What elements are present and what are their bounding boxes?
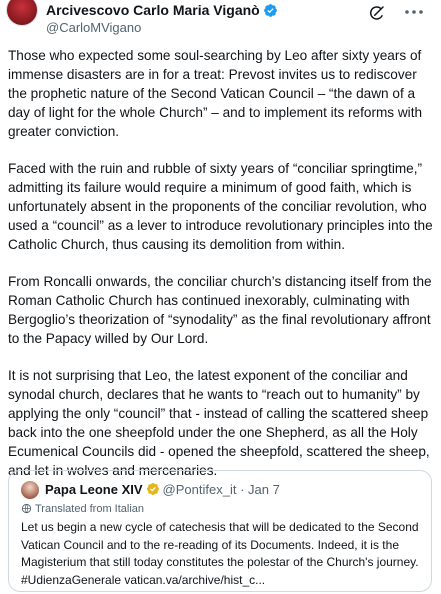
quoted-author-handle[interactable]: @Pontifex_it xyxy=(163,482,237,497)
quoted-author-name[interactable]: Papa Leone XIV xyxy=(45,482,143,497)
quoted-post[interactable]: Papa Leone XIV @Pontifex_it · Jan 7 Trans… xyxy=(8,470,432,592)
post-paragraph: Those who expected some soul-searching b… xyxy=(8,48,423,139)
author-avatar[interactable] xyxy=(6,0,38,26)
translated-indicator: Translated from Italian xyxy=(21,503,144,515)
post-header: Arcivescovo Carlo Maria Viganò @CarloMVi… xyxy=(0,0,441,40)
verified-badge-icon xyxy=(263,4,277,17)
more-options-icon[interactable] xyxy=(404,9,424,15)
author-handle[interactable]: @CarloMVigano xyxy=(46,20,141,35)
quoted-post-text: Let us begin a new cycle of catechesis t… xyxy=(21,520,419,587)
grok-icon[interactable] xyxy=(368,4,386,22)
post-body: Those who expected some soul-searching b… xyxy=(8,46,434,498)
author-name[interactable]: Arcivescovo Carlo Maria Viganò xyxy=(46,2,260,18)
quoted-post-date[interactable]: Jan 7 xyxy=(248,482,280,497)
translated-label: Translated from Italian xyxy=(35,503,145,515)
post-paragraph: From Roncalli onwards, the conciliar chu… xyxy=(8,274,432,346)
gold-verified-badge-icon xyxy=(146,483,159,495)
quoted-author-row: Papa Leone XIV @Pontifex_it · Jan 7 xyxy=(45,482,280,497)
author-name-row[interactable]: Arcivescovo Carlo Maria Viganò xyxy=(46,2,278,18)
translate-icon xyxy=(21,503,32,514)
meta-separator: · xyxy=(240,482,245,497)
post-paragraph: It is not surprising that Leo, the lates… xyxy=(8,368,430,478)
quoted-author-avatar[interactable] xyxy=(21,481,39,499)
post-paragraph: Faced with the ruin and rubble of sixty … xyxy=(8,161,433,252)
